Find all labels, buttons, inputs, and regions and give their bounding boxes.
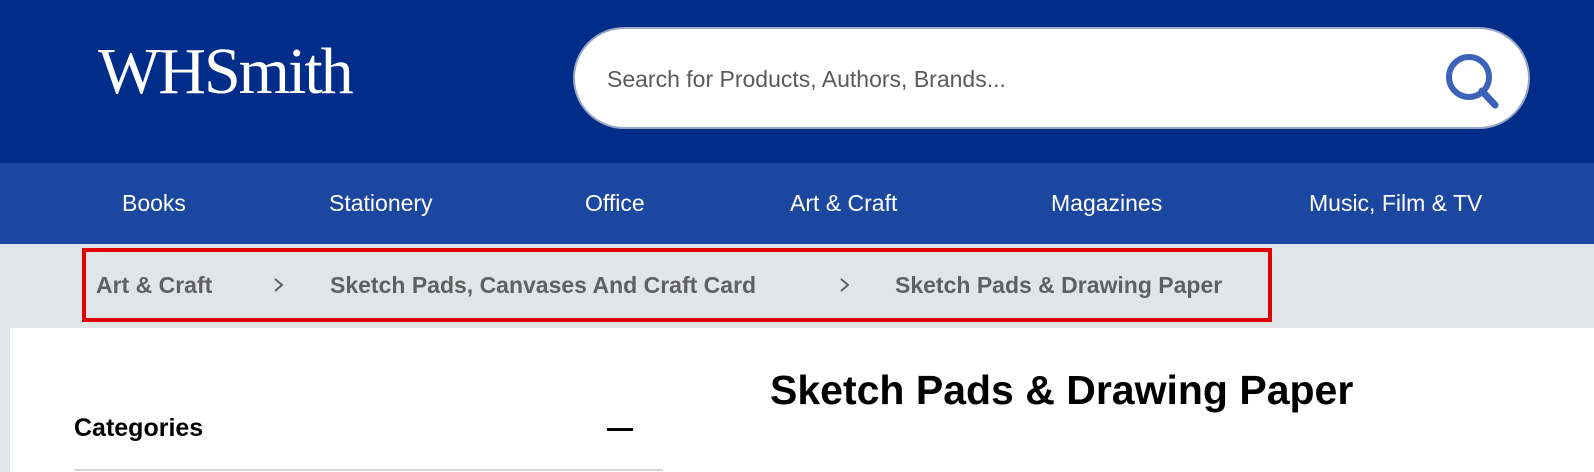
breadcrumb-item-sketch-pads-drawing-paper[interactable]: Sketch Pads & Drawing Paper [895, 252, 1222, 326]
nav-item-stationery[interactable]: Stationery [329, 163, 433, 244]
search-input[interactable] [607, 53, 1387, 105]
site-header: WHSmith [0, 0, 1594, 163]
nav-item-office[interactable]: Office [585, 163, 645, 244]
chevron-right-icon [840, 278, 850, 292]
minus-icon[interactable] [607, 428, 633, 431]
breadcrumb: Art & Craft Sketch Pads, Canvases And Cr… [82, 248, 1272, 322]
search-icon[interactable] [1442, 50, 1502, 110]
chevron-right-icon [274, 278, 284, 292]
page-title: Sketch Pads & Drawing Paper [770, 367, 1354, 413]
search-bar [573, 27, 1530, 129]
breadcrumb-item-art-craft[interactable]: Art & Craft [96, 252, 212, 326]
main-nav: Books Stationery Office Art & Craft Maga… [0, 163, 1594, 244]
nav-item-art-craft[interactable]: Art & Craft [790, 163, 897, 244]
breadcrumb-item-sketch-pads-canvases[interactable]: Sketch Pads, Canvases And Craft Card [330, 252, 756, 326]
divider [74, 469, 663, 471]
nav-item-magazines[interactable]: Magazines [1051, 163, 1162, 244]
nav-item-books[interactable]: Books [122, 163, 186, 244]
page-edge [0, 328, 10, 472]
categories-heading[interactable]: Categories [74, 412, 203, 444]
whsmith-logo[interactable]: WHSmith [98, 36, 354, 108]
nav-item-music-film-tv[interactable]: Music, Film & TV [1309, 163, 1482, 244]
breadcrumb-bar: Art & Craft Sketch Pads, Canvases And Cr… [0, 244, 1594, 328]
